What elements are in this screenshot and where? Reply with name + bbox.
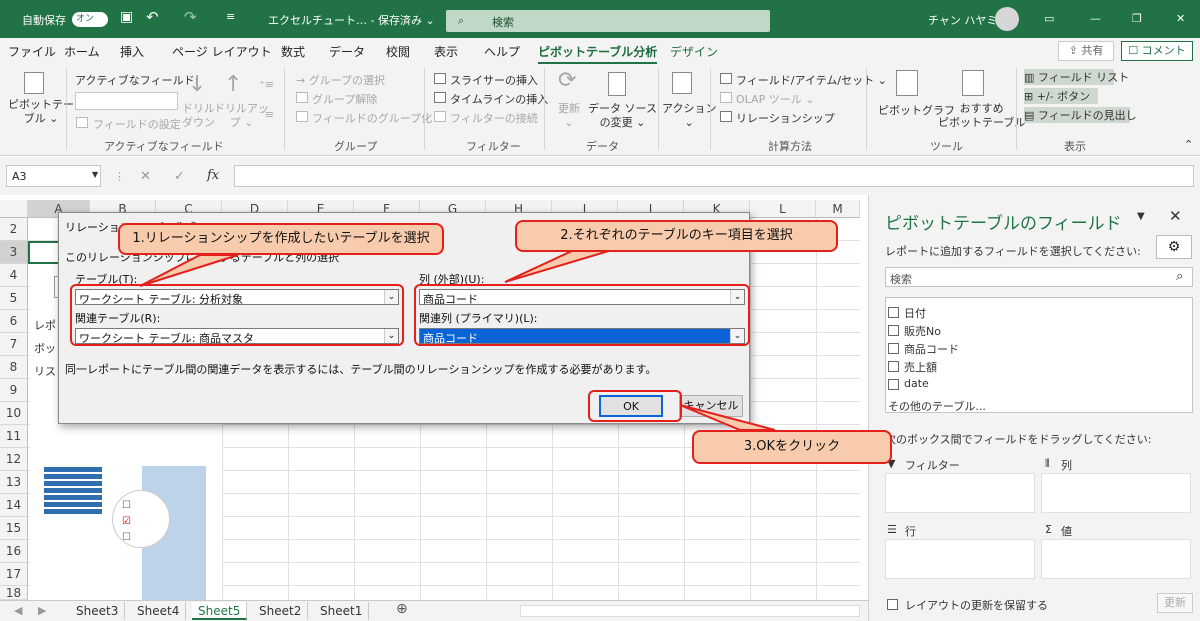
callout1-pointer: [139, 254, 239, 287]
callout-step2: 2.それぞれのテーブルのキー項目を選択: [515, 220, 838, 252]
callout2-pointer: [504, 249, 613, 283]
callout-step3: 3.OKをクリック: [692, 430, 892, 464]
ok-highlight: [588, 390, 682, 422]
callout-step1: 1.リレーションシップを作成したいテーブルを選択: [118, 223, 444, 255]
key-selection-highlight: [414, 284, 750, 346]
table-selection-highlight: [70, 284, 404, 346]
callout3-pointer: [679, 404, 776, 431]
